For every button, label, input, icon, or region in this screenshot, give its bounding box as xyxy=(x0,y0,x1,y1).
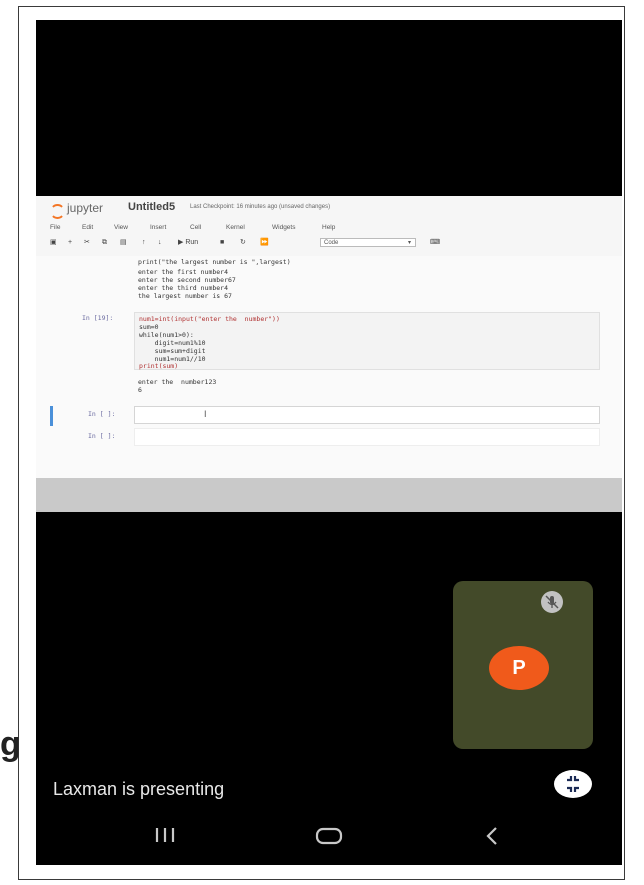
empty-cell-prompt: In [ ]: xyxy=(88,410,116,418)
code-line: sum=0 xyxy=(139,323,159,331)
cell-type-value: Code xyxy=(324,240,339,246)
cell-prompt: In [19]: xyxy=(82,314,114,322)
code-line: print(sum) xyxy=(139,362,179,370)
phone-screen: jupyter Untitled5 Last Checkpoint: 16 mi… xyxy=(36,20,622,865)
notebook-body: print("the largest number is ",largest) … xyxy=(36,256,622,478)
move-up-icon[interactable]: ↑ xyxy=(142,238,146,248)
output-line: enter the third number4 xyxy=(138,284,229,292)
cell-output-line: 6 xyxy=(138,386,142,394)
menu-help[interactable]: Help xyxy=(322,224,335,231)
restart-icon[interactable]: ↻ xyxy=(240,238,246,248)
checkpoint-status: Last Checkpoint: 16 minutes ago (unsaved… xyxy=(190,204,331,210)
code-line: num1=int(input("enter the number")) xyxy=(139,315,280,323)
participant-avatar: P xyxy=(489,646,549,690)
menu-kernel[interactable]: Kernel xyxy=(226,224,245,231)
stop-icon[interactable]: ■ xyxy=(220,238,224,248)
empty-cell-prompt: In [ ]: xyxy=(88,432,116,440)
menu-view[interactable]: View xyxy=(114,224,128,231)
jupyter-header: jupyter Untitled5 Last Checkpoint: 16 mi… xyxy=(36,196,622,256)
mic-off-icon xyxy=(541,591,563,613)
android-nav-bar xyxy=(36,812,622,865)
chevron-down-icon: ▾ xyxy=(407,240,411,246)
minimize-icon xyxy=(567,776,579,792)
run-button[interactable]: ▶ Run xyxy=(178,238,198,248)
participant-tile[interactable]: P xyxy=(453,581,593,749)
command-palette-icon[interactable]: ⌨ xyxy=(430,238,440,248)
save-icon[interactable]: ▣ xyxy=(50,238,57,248)
notebook-toolbar: ▣ + ✂ ⧉ ▤ ↑ ↓ ▶ Run ■ ↻ ⏩ Code ▾ ⌨ xyxy=(50,238,610,250)
code-line: digit=num1%10 xyxy=(139,339,206,347)
run-label: Run xyxy=(185,239,199,246)
output-line: print("the largest number is ",largest) xyxy=(138,258,291,266)
menu-edit[interactable]: Edit xyxy=(82,224,93,231)
copy-icon[interactable]: ⧉ xyxy=(102,238,107,248)
code-cell-input[interactable]: num1=int(input("enter the number")) sum=… xyxy=(134,312,600,370)
empty-code-cell[interactable] xyxy=(134,428,600,446)
notebook-title[interactable]: Untitled5 xyxy=(128,201,175,213)
output-line: enter the first number4 xyxy=(138,268,229,276)
move-down-icon[interactable]: ↓ xyxy=(158,238,162,248)
menu-file[interactable]: File xyxy=(50,224,60,231)
notebook-footer xyxy=(36,478,622,512)
cell-type-select[interactable]: Code ▾ xyxy=(320,238,416,247)
jupyter-logo-text: jupyter xyxy=(67,201,104,215)
cut-icon[interactable]: ✂ xyxy=(84,238,90,248)
add-cell-icon[interactable]: + xyxy=(68,238,72,248)
home-icon[interactable] xyxy=(314,826,344,846)
active-cell-indicator xyxy=(50,406,53,426)
menu-cell[interactable]: Cell xyxy=(190,224,201,231)
output-line: the largest number is 67 xyxy=(138,292,232,300)
shared-screen: jupyter Untitled5 Last Checkpoint: 16 mi… xyxy=(36,196,622,512)
paste-icon[interactable]: ▤ xyxy=(120,238,127,248)
exit-fullscreen-button[interactable] xyxy=(554,770,592,798)
menu-widgets[interactable]: Widgets xyxy=(272,224,295,231)
code-line: while(num1>0): xyxy=(139,331,194,339)
menu-insert[interactable]: Insert xyxy=(150,224,166,231)
restart-run-icon[interactable]: ⏩ xyxy=(260,238,269,248)
output-line: enter the second number67 xyxy=(138,276,236,284)
cell-output-line: enter the number123 xyxy=(138,378,217,386)
text-cursor-icon: I xyxy=(204,409,207,419)
recents-icon[interactable] xyxy=(154,826,176,844)
back-icon[interactable] xyxy=(484,825,500,847)
jupyter-logo-icon xyxy=(50,204,65,219)
outer-mark: g xyxy=(0,725,21,763)
presenter-status: Laxman is presenting xyxy=(53,779,225,799)
code-line: sum=sum+digit xyxy=(139,347,206,355)
